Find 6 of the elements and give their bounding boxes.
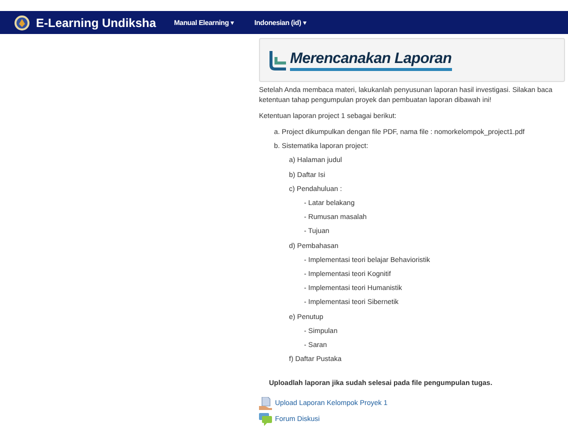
bracket-icon bbox=[268, 49, 288, 71]
emblem-icon bbox=[14, 14, 30, 30]
banner-title: Merencanakan Laporan bbox=[290, 50, 452, 70]
site-title[interactable]: E-Learning Undiksha bbox=[36, 16, 156, 30]
document-hand-icon bbox=[259, 397, 272, 410]
chat-icon bbox=[259, 413, 272, 426]
